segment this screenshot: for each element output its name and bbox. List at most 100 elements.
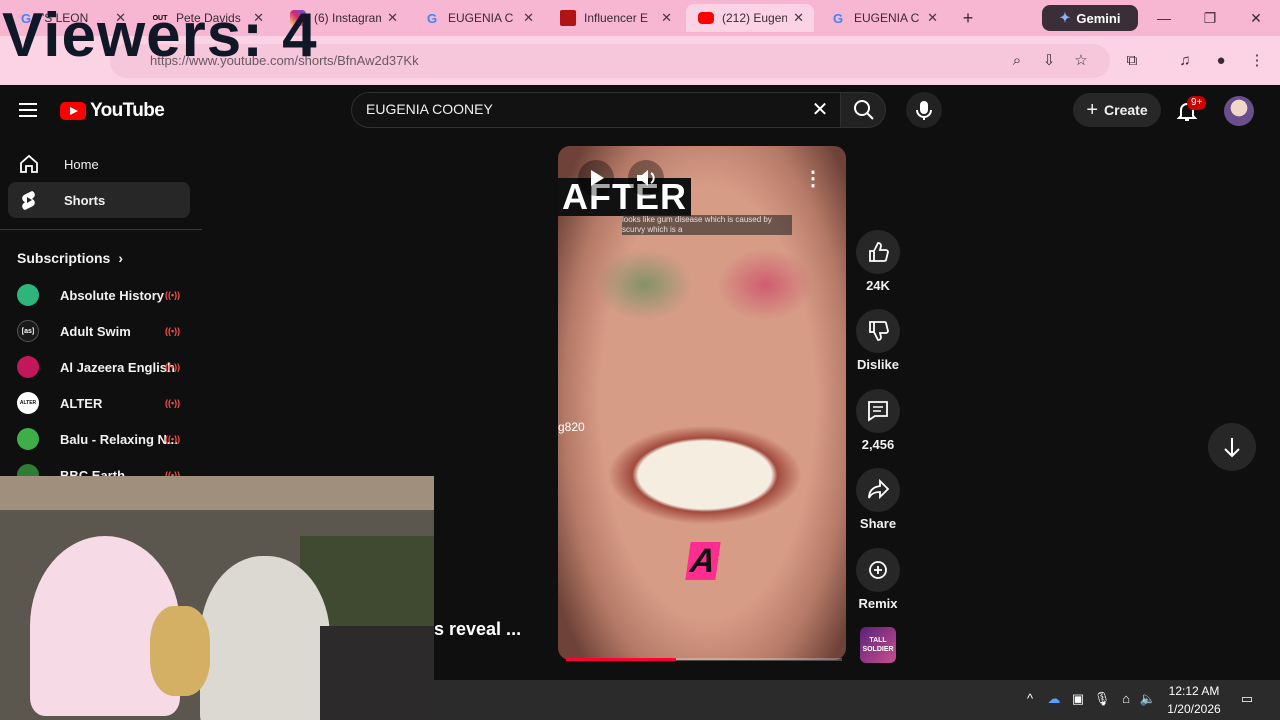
install-app-icon[interactable]: ⇩ xyxy=(1038,50,1060,72)
remix-icon xyxy=(869,561,887,579)
play-button[interactable] xyxy=(578,160,614,196)
comment-icon xyxy=(868,401,888,422)
desk xyxy=(320,626,434,720)
create-button[interactable]: + Create xyxy=(1073,93,1161,127)
close-icon[interactable]: ✕ xyxy=(523,10,534,26)
viewers-count-overlay: Viewers: 4 xyxy=(2,1,318,70)
subscription-item[interactable]: Al Jazeera English ((•)) xyxy=(17,355,180,379)
dislike-icon xyxy=(869,321,889,341)
site-icon xyxy=(560,10,576,26)
taskbar-time[interactable]: 12:12 AM xyxy=(1164,684,1224,698)
next-short-button[interactable] xyxy=(1208,423,1256,471)
youtube-icon xyxy=(698,12,714,24)
gemini-button[interactable]: ✦ Gemini xyxy=(1042,5,1138,31)
chevron-right-icon: › xyxy=(118,250,124,266)
hamburger-menu-icon[interactable] xyxy=(16,98,40,122)
youtube-play-icon xyxy=(60,102,86,120)
tab-title: (212) Eugen xyxy=(722,11,788,25)
close-window-icon[interactable]: ✕ xyxy=(1244,6,1268,30)
close-icon[interactable]: ✕ xyxy=(793,10,804,26)
search-icon xyxy=(854,100,874,120)
volume-button[interactable] xyxy=(628,160,664,196)
channel-handle[interactable]: g820 xyxy=(558,420,585,434)
like-count: 24K xyxy=(866,278,890,293)
notification-center-icon[interactable]: ▭ xyxy=(1238,690,1256,708)
subscription-item[interactable]: Balu - Relaxing N... ((•)) xyxy=(17,427,180,451)
browser-tab[interactable]: G EUGENIA C ✕ xyxy=(412,4,544,32)
sound-thumbnail[interactable]: TALL SOLDIER xyxy=(860,627,896,663)
clear-search-icon[interactable]: ✕ xyxy=(808,98,832,122)
shorts-icon xyxy=(22,191,35,210)
bookmark-star-icon[interactable]: ☆ xyxy=(1070,50,1092,72)
browser-tab-active[interactable]: (212) Eugen ✕ xyxy=(686,4,814,32)
gemini-sparkle-icon: ✦ xyxy=(1059,10,1071,25)
volume-icon xyxy=(637,170,655,186)
share-icon xyxy=(868,478,890,500)
plus-icon: + xyxy=(1086,98,1099,121)
browser-tab[interactable]: G EUGENIA C ✕ xyxy=(818,4,948,32)
tab-title: (6) Instagram xyxy=(314,11,382,25)
comment-count: 2,456 xyxy=(861,437,895,452)
search-input[interactable]: EUGENIA COONEY xyxy=(366,101,493,117)
minimize-icon[interactable]: — xyxy=(1152,6,1176,30)
nav-item-home[interactable]: Home xyxy=(8,146,190,182)
remix-button[interactable] xyxy=(856,548,900,592)
network-icon[interactable]: ⌂ xyxy=(1117,690,1135,708)
plus-icon[interactable]: + xyxy=(956,6,980,30)
dislike-label: Dislike xyxy=(857,357,899,372)
extensions-icon[interactable]: ⧉ xyxy=(1121,50,1143,72)
nav-item-shorts[interactable]: Shorts xyxy=(8,182,190,218)
live-icon: ((•)) xyxy=(165,326,181,336)
close-icon[interactable]: ✕ xyxy=(661,10,672,26)
youtube-logo[interactable]: YouTube xyxy=(60,100,165,122)
device-icon[interactable]: ▣ xyxy=(1069,690,1087,708)
voice-search-button[interactable] xyxy=(906,92,942,128)
tab-title: Influencer E xyxy=(584,11,649,25)
more-options-icon[interactable]: ⋮ xyxy=(798,164,828,194)
subscriptions-heading[interactable]: Subscriptions › xyxy=(17,250,123,266)
subscription-item[interactable]: ALTER ALTER ((•)) xyxy=(17,391,180,415)
microphone-tray-icon[interactable]: 🎙 xyxy=(1093,690,1111,708)
live-icon: ((•)) xyxy=(165,398,181,408)
tab-title: EUGENIA C xyxy=(448,11,514,25)
microphone-icon xyxy=(916,101,932,120)
video-progress-fill xyxy=(566,658,677,661)
profile-icon[interactable]: ● xyxy=(1210,50,1232,72)
arrow-down-icon xyxy=(1224,438,1240,458)
close-icon[interactable]: ✕ xyxy=(927,10,938,26)
speaker-icon[interactable]: 🔈 xyxy=(1139,690,1157,708)
media-control-icon[interactable]: ♫ xyxy=(1174,50,1196,72)
taskbar-date[interactable]: 1/20/2026 xyxy=(1164,702,1224,716)
like-button[interactable] xyxy=(856,230,900,274)
plush-bear xyxy=(150,606,210,696)
short-title[interactable]: s reveal ... xyxy=(434,619,521,640)
play-icon xyxy=(591,170,604,186)
channel-avatar xyxy=(17,356,39,378)
gemini-label: Gemini xyxy=(1076,10,1121,26)
account-avatar[interactable] xyxy=(1224,96,1254,126)
close-icon[interactable]: ✕ xyxy=(387,10,398,26)
search-button[interactable] xyxy=(840,92,886,128)
subscriptions-title: Subscriptions xyxy=(17,250,111,266)
restore-icon[interactable]: ❐ xyxy=(1198,6,1222,30)
channel-avatar: ALTER xyxy=(17,392,39,414)
browser-tab[interactable]: Influencer E ✕ xyxy=(548,4,682,32)
subscription-item[interactable]: [as] Adult Swim ((•)) xyxy=(17,319,180,343)
youtube-wordmark: YouTube xyxy=(90,100,165,121)
dislike-button[interactable] xyxy=(856,309,900,353)
subscription-item[interactable]: Absolute History ((•)) xyxy=(17,283,180,307)
home-icon xyxy=(20,154,38,173)
comments-button[interactable] xyxy=(856,389,900,433)
channel-name: Absolute History xyxy=(60,287,165,303)
create-label: Create xyxy=(1104,102,1148,118)
channel-avatar: [as] xyxy=(17,320,39,342)
chevron-up-icon[interactable]: ^ xyxy=(1021,690,1039,708)
channel-name: Al Jazeera English xyxy=(60,359,175,375)
browser-menu-icon[interactable]: ⋮ xyxy=(1246,50,1268,72)
channel-avatar xyxy=(17,428,39,450)
share-button[interactable] xyxy=(856,468,900,512)
onedrive-icon[interactable]: ☁ xyxy=(1045,690,1063,708)
channel-name: Adult Swim xyxy=(60,323,131,339)
webcam-overlay xyxy=(0,476,434,720)
zoom-icon[interactable]: ⌕ xyxy=(1006,50,1028,72)
